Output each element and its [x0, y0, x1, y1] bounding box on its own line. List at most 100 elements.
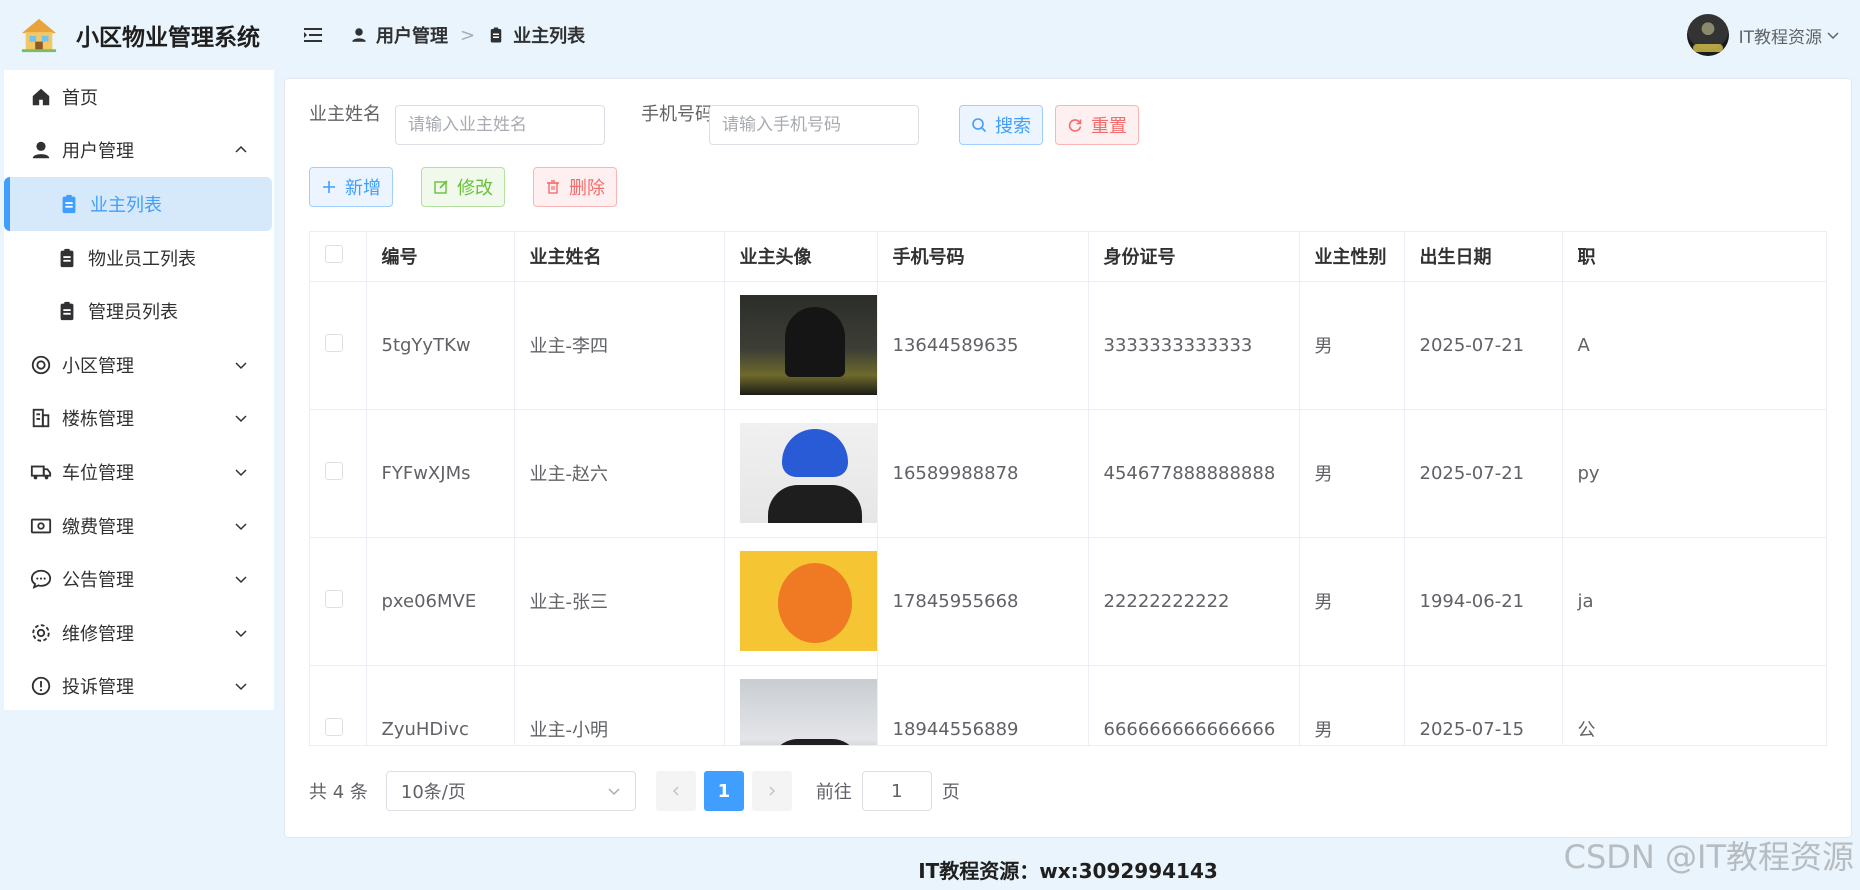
- cell-phone: 16589988878: [877, 409, 1089, 538]
- warning-icon: [31, 677, 51, 696]
- sidebar-item-home[interactable]: 首页: [4, 70, 274, 124]
- breadcrumb-separator-icon: >: [460, 24, 476, 46]
- sidebar-item-label: 首页: [62, 87, 98, 109]
- edit-button-label: 修改: [457, 178, 493, 199]
- delete-button[interactable]: 删除: [533, 167, 617, 207]
- page-unit-label: 页: [941, 782, 960, 803]
- cell-name: 业主-小明: [514, 665, 725, 745]
- cell-phone: 17845955668: [877, 537, 1089, 666]
- logo: 小区物业管理系统: [0, 0, 276, 70]
- refresh-icon: [1068, 119, 1082, 132]
- cell-id-card: 666666666666666: [1088, 665, 1300, 745]
- select-all-checkbox[interactable]: [325, 244, 343, 263]
- sidebar-item-parking[interactable]: 车位管理: [4, 445, 274, 499]
- owner-name-input[interactable]: [395, 105, 605, 145]
- watermark: CSDN @IT教程资源: [1563, 838, 1854, 876]
- sidebar-item-notice[interactable]: 公告管理: [4, 552, 274, 606]
- goto-label: 前往: [815, 782, 852, 803]
- cell-phone: 13644589635: [877, 281, 1089, 410]
- chevron-down-icon: [235, 415, 247, 423]
- phone-input[interactable]: [709, 105, 919, 145]
- cell-avatar: [724, 281, 878, 410]
- prev-page-button[interactable]: [655, 771, 696, 811]
- cell-birth: 1994-06-21: [1404, 537, 1563, 666]
- cell-name: 业主-赵六: [514, 409, 725, 538]
- edit-button[interactable]: 修改: [421, 167, 505, 207]
- cell-extra: 公: [1562, 665, 1826, 745]
- row-checkbox[interactable]: [325, 461, 343, 480]
- sidebar-item-label: 业主列表: [90, 194, 162, 216]
- breadcrumb-label: 业主列表: [513, 26, 586, 47]
- reset-button[interactable]: 重置: [1055, 105, 1139, 145]
- user-icon: [32, 142, 50, 159]
- avatar: [1686, 14, 1729, 56]
- column-header: 职: [1562, 232, 1826, 282]
- money-icon: [30, 518, 52, 533]
- sidebar-item-complaint[interactable]: 投诉管理: [4, 660, 274, 714]
- sidebar-item-community[interactable]: 小区管理: [4, 338, 274, 392]
- cell-birth: 2025-07-15: [1404, 665, 1563, 745]
- cell-avatar: [724, 409, 878, 538]
- column-header: 身份证号: [1088, 232, 1300, 282]
- plus-icon: [323, 181, 335, 193]
- column-header: 业主姓名: [514, 232, 725, 282]
- chevron-down-icon: [235, 469, 247, 477]
- sidebar-item-label: 物业员工列表: [88, 248, 196, 270]
- goto-page-input[interactable]: [861, 771, 932, 811]
- chevron-down-icon: [235, 523, 247, 530]
- sidebar-item-admin-list[interactable]: 管理员列表: [4, 284, 274, 338]
- owner-avatar-image[interactable]: [739, 295, 876, 395]
- cell-gender: 男: [1299, 281, 1405, 410]
- cell-phone: 18944556889: [877, 665, 1089, 745]
- page-number-button[interactable]: 1: [703, 771, 744, 811]
- delete-button-label: 删除: [569, 178, 605, 199]
- cell-birth: 2025-07-21: [1404, 409, 1563, 538]
- owner-avatar-image[interactable]: [739, 551, 876, 651]
- row-checkbox[interactable]: [325, 589, 343, 608]
- add-button[interactable]: 新增: [309, 167, 393, 207]
- side-menu: 首页 用户管理 业主列表 物业员工列表 管理员列表 小区管理 楼栋管理 车位管理…: [4, 70, 274, 710]
- cell-gender: 男: [1299, 409, 1405, 538]
- chevron-down-icon: [235, 576, 247, 584]
- owner-avatar-image[interactable]: [739, 679, 876, 745]
- row-select-cell: [310, 281, 367, 410]
- row-checkbox[interactable]: [325, 717, 343, 736]
- row-select-cell: [310, 409, 367, 538]
- sidebar-item-repair[interactable]: 维修管理: [4, 606, 274, 660]
- sidebar-item-payment[interactable]: 缴费管理: [4, 499, 274, 553]
- chevron-right-icon: [769, 786, 775, 796]
- owner-avatar-image[interactable]: [739, 423, 876, 523]
- sidebar-item-building[interactable]: 楼栋管理: [4, 392, 274, 446]
- chevron-up-icon: [235, 146, 247, 153]
- row-checkbox[interactable]: [325, 333, 343, 352]
- sidebar-item-user-management[interactable]: 用户管理: [4, 124, 274, 178]
- cell-extra: ja: [1562, 537, 1826, 666]
- sidebar-item-staff-list[interactable]: 物业员工列表: [4, 231, 274, 285]
- cell-id: ZyuHDivc: [366, 665, 515, 745]
- sidebar-item-label: 投诉管理: [62, 677, 134, 699]
- table-header-row: 编号 业主姓名 业主头像 手机号码 身份证号 业主性别 出生日期 职: [310, 232, 1826, 282]
- search-icon: [972, 118, 987, 133]
- table-row[interactable]: ZyuHDivc 业主-小明 18944556889 6666666666666…: [310, 665, 1826, 745]
- cell-avatar: [724, 537, 878, 666]
- table-row[interactable]: FYFwXJMs 业主-赵六 16589988878 4546778888888…: [310, 409, 1826, 538]
- table-row[interactable]: 5tgYyTKw 业主-李四 13644589635 3333333333333…: [310, 281, 1826, 410]
- cell-id: pxe06MVE: [366, 537, 515, 666]
- home-icon: [32, 88, 50, 106]
- gear-icon: [32, 624, 50, 642]
- next-page-button[interactable]: [751, 771, 792, 811]
- collapse-menu-icon[interactable]: [302, 24, 324, 46]
- chevron-down-icon: [235, 362, 247, 369]
- table-row[interactable]: pxe06MVE 业主-张三 17845955668 22222222222 男…: [310, 537, 1826, 666]
- search-button[interactable]: 搜索: [959, 105, 1043, 145]
- sidebar-item-label: 公告管理: [62, 570, 134, 592]
- column-header: 编号: [366, 232, 515, 282]
- page-size-select[interactable]: 10条/页: [385, 771, 636, 811]
- app-title: 小区物业管理系统: [76, 25, 260, 51]
- cell-gender: 男: [1299, 665, 1405, 745]
- user-menu[interactable]: IT教程资源: [1686, 14, 1840, 56]
- breadcrumb-item-user-management[interactable]: 用户管理: [350, 22, 448, 48]
- chevron-down-icon: [235, 683, 247, 691]
- sidebar-item-label: 维修管理: [62, 623, 134, 645]
- sidebar-item-owner-list[interactable]: 业主列表: [4, 177, 272, 231]
